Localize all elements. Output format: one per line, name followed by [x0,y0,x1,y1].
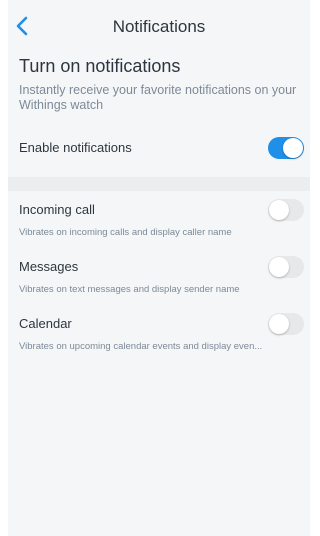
incoming-call-description: Vibrates on incoming calls and display c… [19,227,232,238]
messages-description: Vibrates on text messages and display se… [19,284,240,295]
enable-notifications-toggle[interactable] [268,137,304,159]
enable-notifications-label: Enable notifications [19,140,132,155]
intro-section: Turn on notifications Instantly receive … [19,55,303,113]
section-divider [8,177,310,191]
top-bar: Notifications [8,0,310,52]
incoming-call-label: Incoming call [19,202,95,217]
intro-description: Instantly receive your favorite notifica… [19,83,297,112]
notifications-screen: Notifications Turn on notifications Inst… [8,0,310,536]
toggle-knob [269,257,289,277]
messages-toggle[interactable] [268,256,304,278]
calendar-description: Vibrates on upcoming calendar events and… [19,341,263,352]
page-title: Notifications [112,17,206,36]
incoming-call-toggle[interactable] [268,199,304,221]
calendar-toggle[interactable] [268,313,304,335]
intro-heading: Turn on notifications [19,56,181,76]
calendar-label: Calendar [19,316,72,331]
toggle-knob [269,200,289,220]
toggle-knob [283,138,303,158]
messages-label: Messages [19,259,79,274]
toggle-knob [269,314,289,334]
